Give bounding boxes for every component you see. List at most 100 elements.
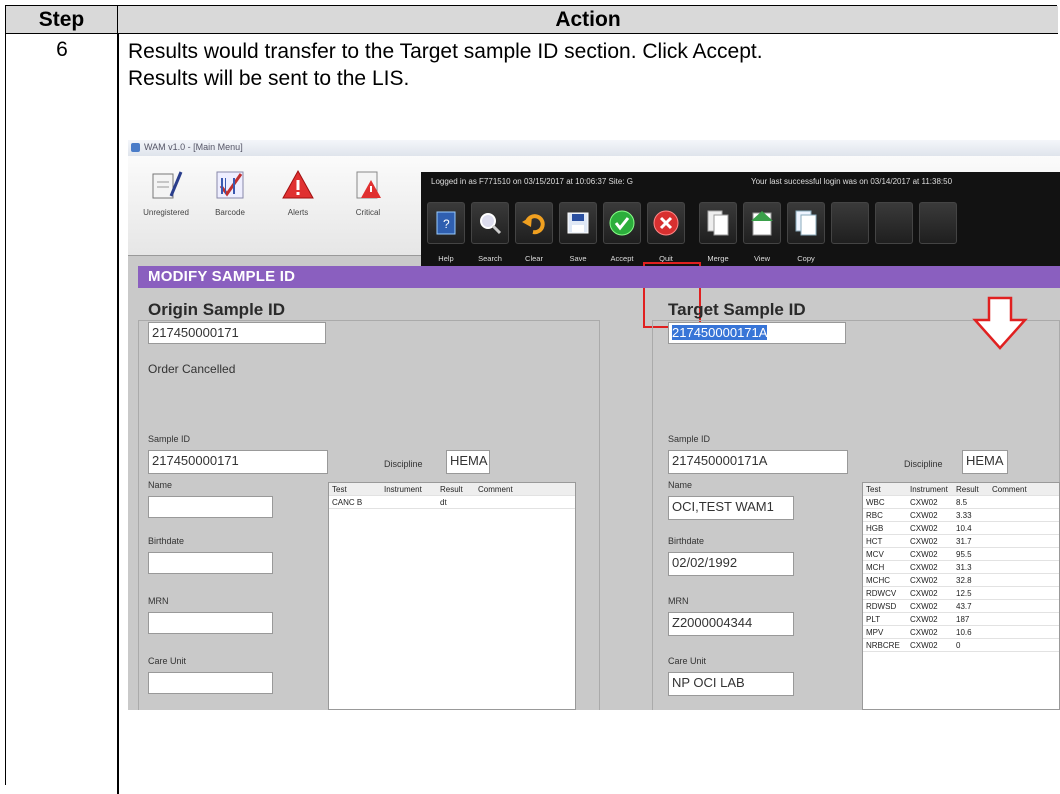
table-cell: MCHC: [866, 575, 890, 585]
header-action: Action: [118, 6, 1058, 34]
table-cell: CXW02: [910, 614, 938, 624]
origin-care-unit-field[interactable]: [148, 672, 273, 694]
target-birthdate-field[interactable]: 02/02/1992: [668, 552, 794, 576]
help-button[interactable]: ?: [427, 202, 465, 244]
quit-button[interactable]: [647, 202, 685, 244]
column-header: Comment: [992, 484, 1027, 494]
merge-label: Merge: [707, 254, 729, 263]
copy-icon: [795, 210, 817, 236]
alerts-label: Alerts: [287, 208, 309, 217]
target-mrn-field[interactable]: Z2000004344: [668, 612, 794, 636]
target-id-field[interactable]: 217450000171A: [668, 322, 846, 344]
target-sample-id-label: Sample ID: [668, 434, 711, 444]
copy-label: Copy: [797, 254, 815, 263]
table-row[interactable]: MCV CXW02 95.5: [863, 548, 1059, 561]
app-screenshot: WAM v1.0 - [Main Menu] Unregistered Barc…: [128, 140, 1060, 710]
table-cell: 31.7: [956, 536, 972, 546]
undo-icon: [522, 214, 545, 235]
table-row[interactable]: HCT CXW02 31.7: [863, 535, 1059, 548]
target-results-table[interactable]: Test Instrument Result Comment WBC CXW02 8…: [862, 482, 1060, 710]
barcode-label: Barcode: [215, 208, 245, 217]
search-button[interactable]: [471, 202, 509, 244]
target-name-field[interactable]: OCI,TEST WAM1: [668, 496, 794, 520]
table-cell: 3.33: [956, 510, 972, 520]
unregistered-button[interactable]: Unregistered: [136, 164, 196, 217]
table-cell: 32.8: [956, 575, 972, 585]
table-cell: 12.5: [956, 588, 972, 598]
unregistered-icon: [149, 168, 183, 202]
critical-label: Critical: [355, 208, 381, 217]
step-number: 6: [56, 38, 68, 61]
critical-icon: [351, 168, 385, 202]
table-cell: 10.6: [956, 627, 972, 637]
save-button[interactable]: [559, 202, 597, 244]
accept-button[interactable]: [603, 202, 641, 244]
alerts-button[interactable]: Alerts: [268, 164, 328, 217]
origin-title: Origin Sample ID: [148, 300, 285, 319]
table-row[interactable]: MCHC CXW02 32.8: [863, 574, 1059, 587]
target-title: Target Sample ID: [668, 300, 806, 319]
search-label: Search: [478, 254, 502, 263]
origin-mrn-field[interactable]: [148, 612, 273, 634]
merge-button[interactable]: [699, 202, 737, 244]
last-login-status: Your last successful login was on 03/14/…: [751, 177, 953, 186]
table-cell: CXW02: [910, 588, 938, 598]
instruction-text: Results would transfer to the Target sam…: [128, 38, 1048, 92]
column-header: Result: [956, 484, 979, 494]
target-discipline-field[interactable]: HEMA: [962, 450, 1008, 474]
column-header: Test: [332, 484, 347, 494]
clear-button[interactable]: [515, 202, 553, 244]
help-icon: ?: [436, 211, 456, 235]
barcode-button[interactable]: Barcode: [200, 164, 260, 217]
origin-birthdate-label: Birthdate: [148, 536, 185, 546]
origin-discipline-label: Discipline: [384, 459, 423, 469]
target-care-unit-field[interactable]: NP OCI LAB: [668, 672, 794, 696]
header-step: Step: [6, 6, 118, 34]
table-row[interactable]: HGB CXW02 10.4: [863, 522, 1059, 535]
origin-sample-id-field[interactable]: 217450000171: [148, 450, 328, 474]
table-row[interactable]: MPV CXW02 10.6: [863, 626, 1059, 639]
table-header-row: Test Instrument Result Comment: [329, 483, 575, 496]
critical-button[interactable]: Critical: [338, 164, 398, 217]
table-cell: 31.3: [956, 562, 972, 572]
view-button[interactable]: [743, 202, 781, 244]
view-icon: [751, 211, 773, 236]
table-cell: HCT: [866, 536, 883, 546]
table-row[interactable]: MCH CXW02 31.3: [863, 561, 1059, 574]
table-row[interactable]: WBC CXW02 8.5: [863, 496, 1059, 509]
instruction-line-2: Results will be sent to the LIS.: [128, 67, 410, 90]
table-cell: MCV: [866, 549, 884, 559]
order-cancelled-text: Order Cancelled: [148, 362, 236, 376]
ribbon: Unregistered Barcode Alerts Critical Log…: [128, 156, 1060, 270]
table-cell: CXW02: [910, 549, 938, 559]
column-divider: [117, 34, 119, 794]
column-header: Result: [440, 484, 463, 494]
origin-birthdate-field[interactable]: [148, 552, 273, 574]
target-discipline-label: Discipline: [904, 459, 943, 469]
origin-discipline-field[interactable]: HEMA: [446, 450, 490, 474]
target-birthdate-label: Birthdate: [668, 536, 705, 546]
table-row[interactable]: CANC B dt: [329, 496, 575, 509]
table-cell: CXW02: [910, 510, 938, 520]
table-row[interactable]: RBC CXW02 3.33: [863, 509, 1059, 522]
table-cell: CXW02: [910, 536, 938, 546]
table-row[interactable]: RDWSD CXW02 43.7: [863, 600, 1059, 613]
target-sample-id-field[interactable]: 217450000171A: [668, 450, 848, 474]
column-header: Instrument: [910, 484, 948, 494]
copy-button[interactable]: [787, 202, 825, 244]
table-row[interactable]: NRBCRE CXW02 0: [863, 639, 1059, 652]
origin-id-field[interactable]: 217450000171: [148, 322, 326, 344]
origin-results-table[interactable]: Test Instrument Result Comment CANC B dt: [328, 482, 576, 710]
action-toolbar: Logged in as F771510 on 03/15/2017 at 10…: [421, 172, 1060, 270]
svg-text:?: ?: [443, 217, 450, 231]
table-row[interactable]: PLT CXW02 187: [863, 613, 1059, 626]
origin-name-field[interactable]: [148, 496, 273, 518]
table-row[interactable]: RDWCV CXW02 12.5: [863, 587, 1059, 600]
instruction-line-1: Results would transfer to the Target sam…: [128, 40, 763, 63]
origin-name-label: Name: [148, 480, 173, 490]
clear-label: Clear: [525, 254, 543, 263]
table-cell: PLT: [866, 614, 881, 624]
column-header: Instrument: [384, 484, 422, 494]
table-cell: CXW02: [910, 627, 938, 637]
table-cell: CXW02: [910, 601, 938, 611]
